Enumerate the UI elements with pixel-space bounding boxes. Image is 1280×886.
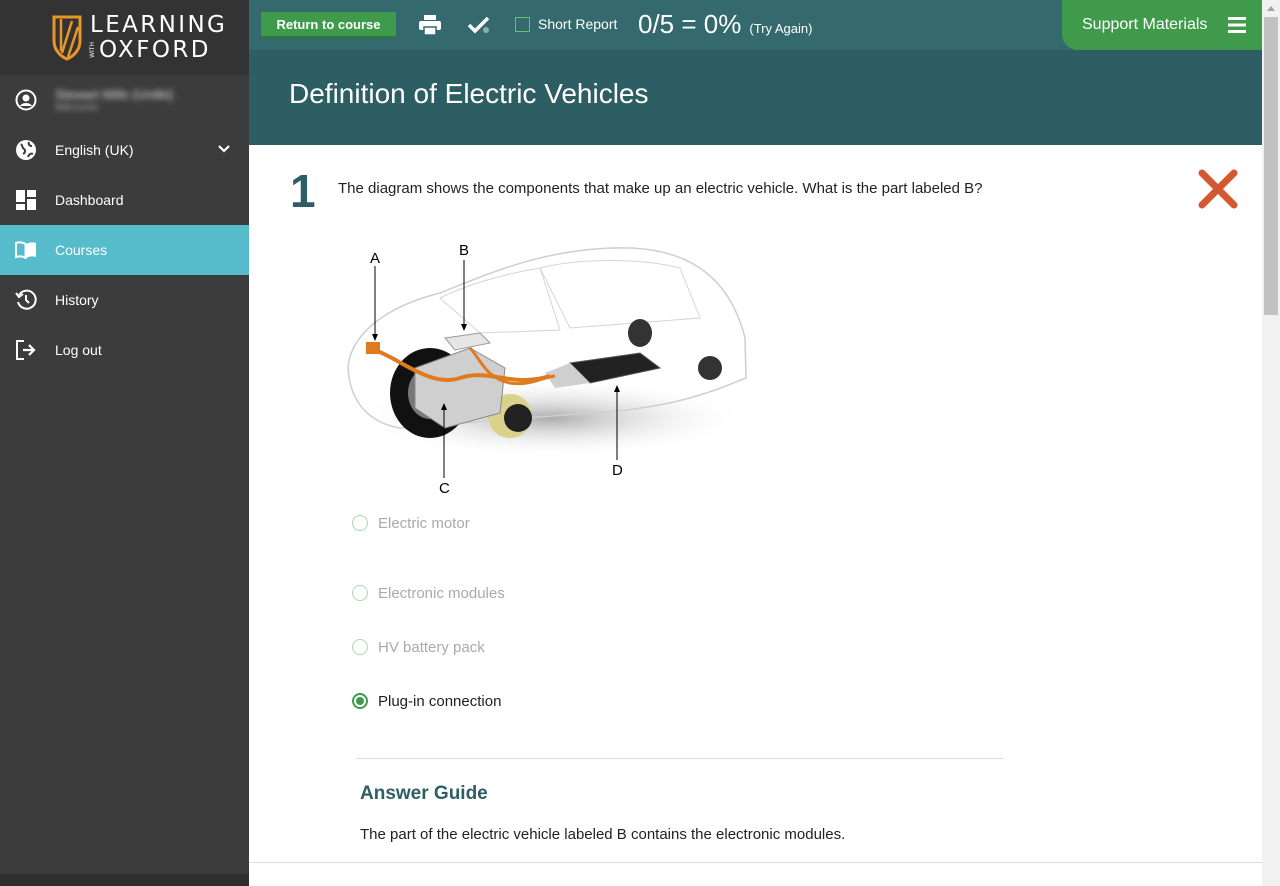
user-icon: [15, 89, 37, 111]
short-report-label: Short Report: [538, 16, 618, 32]
ev-components-diagram: A B C D: [340, 238, 750, 497]
sidebar-item-dashboard[interactable]: Dashboard: [0, 175, 249, 225]
check-icon[interactable]: [467, 16, 491, 39]
logo-with: WITH: [89, 42, 96, 58]
top-toolbar: Return to course Short Report 0/5 = 0% (…: [249, 0, 1262, 50]
answer-option-selected[interactable]: Plug-in connection: [352, 674, 505, 728]
radio-button[interactable]: [352, 515, 368, 531]
history-icon: [15, 289, 37, 311]
answer-options: Electric motor Electronic modules HV bat…: [352, 512, 505, 728]
sidebar-item-logout[interactable]: Log out: [0, 325, 249, 375]
scroll-up-arrow-icon[interactable]: [1262, 0, 1280, 17]
logo[interactable]: LEARNING WITH OXFORD: [0, 0, 249, 75]
radio-button[interactable]: [352, 639, 368, 655]
language-selector[interactable]: English (UK): [0, 125, 249, 175]
radio-button[interactable]: [352, 585, 368, 601]
option-label: HV battery pack: [378, 638, 485, 656]
sidebar-item-history[interactable]: History: [0, 275, 249, 325]
option-label: Electronic modules: [378, 584, 505, 602]
logout-icon: [15, 339, 37, 361]
globe-icon: [15, 139, 37, 161]
divider: [249, 862, 1262, 863]
book-icon: [15, 239, 37, 261]
question-number: 1: [290, 165, 316, 217]
option-label: Plug-in connection: [378, 692, 502, 710]
question-text: The diagram shows the components that ma…: [338, 180, 983, 197]
sidebar: LEARNING WITH OXFORD Stewart Mills (Unit…: [0, 0, 249, 886]
diagram-label-c: C: [439, 480, 450, 496]
incorrect-x-icon: [1197, 168, 1239, 215]
divider: [356, 758, 1003, 759]
print-icon[interactable]: [419, 15, 441, 40]
page-title: Definition of Electric Vehicles: [289, 78, 649, 109]
support-materials-button[interactable]: Support Materials: [1062, 0, 1262, 50]
try-again-link[interactable]: (Try Again): [749, 21, 812, 36]
sidebar-item-label: Dashboard: [55, 192, 124, 208]
score-display: 0/5 = 0% (Try Again): [638, 9, 812, 40]
chevron-down-icon: [217, 142, 231, 159]
radio-button-checked[interactable]: [352, 693, 368, 709]
user-subtitle: tlafcourse: [55, 102, 99, 113]
page-header: Definition of Electric Vehicles: [249, 50, 1262, 145]
answer-guide-text: The part of the electric vehicle labeled…: [360, 826, 846, 843]
short-report-toggle[interactable]: Short Report: [515, 16, 617, 32]
logo-line2: OXFORD: [99, 36, 211, 63]
sidebar-item-label: Log out: [55, 342, 102, 358]
sidebar-user[interactable]: Stewart Mills (Unitki) tlafcourse: [0, 75, 249, 125]
diagram-label-b: B: [459, 242, 469, 259]
answer-guide-title: Answer Guide: [360, 783, 488, 804]
hamburger-menu-icon[interactable]: [1228, 17, 1246, 38]
answer-option[interactable]: Electronic modules: [352, 566, 505, 620]
short-report-checkbox[interactable]: [515, 16, 530, 32]
language-label: English (UK): [55, 142, 134, 158]
sidebar-item-label: History: [55, 292, 99, 308]
return-to-course-button[interactable]: Return to course: [261, 12, 396, 38]
support-materials-label: Support Materials: [1082, 16, 1208, 33]
diagram-label-a: A: [370, 250, 380, 267]
answer-option[interactable]: Electric motor: [352, 512, 505, 534]
option-label: Electric motor: [378, 514, 470, 532]
logo-line1: LEARNING: [90, 11, 228, 38]
sidebar-item-courses[interactable]: Courses: [0, 225, 249, 275]
sidebar-footer: [0, 874, 249, 886]
ev-diagram-svg: A B C D: [347, 242, 750, 497]
score-value: 0/5 = 0%: [638, 9, 742, 39]
user-name: Stewart Mills (Unitki): [55, 87, 174, 102]
scrollbar-thumb[interactable]: [1264, 17, 1278, 315]
sidebar-item-label: Courses: [55, 242, 108, 258]
diagram-label-d: D: [612, 462, 623, 479]
answer-option[interactable]: HV battery pack: [352, 620, 505, 674]
shield-logo-icon: [52, 15, 82, 61]
vertical-scrollbar[interactable]: [1262, 0, 1280, 886]
dashboard-icon: [15, 189, 37, 211]
